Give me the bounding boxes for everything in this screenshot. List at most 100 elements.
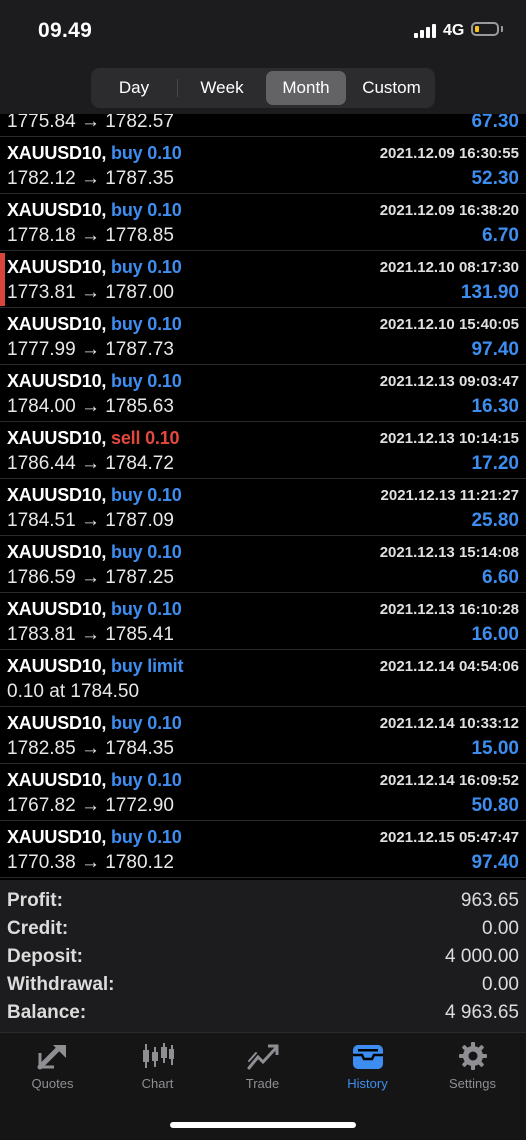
tab-label: History xyxy=(347,1076,388,1091)
order-title: XAUUSD10, buy 0.10 xyxy=(7,314,182,335)
order-title: XAUUSD10, buy 0.10 xyxy=(7,599,182,620)
order-symbol: XAUUSD10, xyxy=(7,257,107,277)
order-side: buy xyxy=(111,257,143,277)
order-volume: 0.10 xyxy=(147,371,182,391)
tab-label: Chart xyxy=(141,1076,174,1091)
order-volume: 0.10 xyxy=(147,827,182,847)
order-profit: 67.30 xyxy=(471,114,519,132)
order-datetime: 2021.12.09 16:38:20 xyxy=(379,202,519,219)
order-row[interactable]: XAUUSD10, buy 0.10 1786.59 → 1787.25 2021.… xyxy=(0,536,526,593)
tab-label: Settings xyxy=(449,1076,496,1091)
cellular-signal-icon xyxy=(414,24,438,38)
tab-day[interactable]: Day xyxy=(94,71,174,105)
order-prices: 1770.38 → 1780.12 xyxy=(7,852,174,873)
summary-row-credit: Credit: 0.00 xyxy=(0,918,526,946)
status-time: 09.49 xyxy=(38,19,93,42)
order-row[interactable]: XAUUSD10, buy 0.10 1773.81 → 1787.00 2021.… xyxy=(0,251,526,308)
summary-label: Profit: xyxy=(7,890,63,911)
order-side: buy xyxy=(111,143,143,163)
order-row[interactable]: XAUUSD10, buy 0.10 1784.51 → 1787.09 2021.… xyxy=(0,479,526,536)
order-symbol: XAUUSD10, xyxy=(7,542,107,562)
summary-row-balance: Balance: 4 963.65 xyxy=(0,1002,526,1030)
order-row[interactable]: XAUUSD10, buy 0.10 1778.18 → 1778.85 2021.… xyxy=(0,194,526,251)
summary-label: Deposit: xyxy=(7,946,83,967)
tab-chart[interactable]: Chart xyxy=(105,1041,210,1101)
order-volume: 0.10 xyxy=(147,485,182,505)
order-title: XAUUSD10, sell 0.10 xyxy=(7,428,180,449)
tab-week[interactable]: Week xyxy=(180,71,264,105)
order-prices: 1777.99 → 1787.73 xyxy=(7,339,174,360)
summary-row-profit: Profit: 963.65 xyxy=(0,890,526,918)
order-profit: 131.90 xyxy=(460,282,519,303)
summary-value: 0.00 xyxy=(482,974,519,995)
order-row[interactable]: XAUUSD10, buy 0.10 1782.12 → 1787.35 2021.… xyxy=(0,137,526,194)
order-volume: 0.10 xyxy=(145,428,180,448)
order-profit: 97.40 xyxy=(471,339,519,360)
order-volume: 0.10 xyxy=(147,713,182,733)
order-prices: 0.10 at 1784.50 xyxy=(7,681,140,702)
order-row[interactable]: XAUUSD10, buy 0.101775.84 → 1782.5767.30 xyxy=(0,114,526,137)
order-row[interactable]: XAUUSD10, buy limit 0.10 at 1784.50 2021.1… xyxy=(0,650,526,707)
tab-month[interactable]: Month xyxy=(266,71,346,105)
order-profit: 50.80 xyxy=(471,795,519,816)
status-bar: 09.49 4G xyxy=(0,0,526,62)
order-datetime: 2021.12.09 16:30:55 xyxy=(379,145,519,162)
order-row[interactable]: XAUUSD10, buy 0.10 1783.81 → 1785.41 2021.… xyxy=(0,593,526,650)
order-side: buy xyxy=(111,599,143,619)
summary-value: 963.65 xyxy=(460,890,519,911)
order-row[interactable]: XAUUSD10, buy 0.10 1784.00 → 1785.63 2021.… xyxy=(0,365,526,422)
order-title: XAUUSD10, buy limit xyxy=(7,656,183,677)
order-datetime: 2021.12.13 10:14:15 xyxy=(379,430,519,447)
chart-icon xyxy=(142,1043,174,1068)
battery-icon xyxy=(471,22,499,36)
order-profit: 25.80 xyxy=(471,510,519,531)
order-title: XAUUSD10, buy 0.10 xyxy=(7,371,182,392)
quotes-icon xyxy=(37,1045,66,1070)
order-title: XAUUSD10, buy 0.10 xyxy=(7,485,182,506)
order-datetime: 2021.12.13 16:10:28 xyxy=(379,601,519,618)
order-title: XAUUSD10, buy 0.10 xyxy=(7,770,182,791)
order-row[interactable]: XAUUSD10, buy 0.10 1770.38 → 1780.12 2021.… xyxy=(0,821,526,878)
settings-icon xyxy=(458,1042,487,1070)
order-datetime: 2021.12.13 11:21:27 xyxy=(380,487,519,504)
order-side: buy xyxy=(111,713,143,733)
order-volume: 0.10 xyxy=(147,599,182,619)
order-side: buy xyxy=(111,371,143,391)
tab-custom[interactable]: Custom xyxy=(349,71,434,105)
selected-row-marker xyxy=(0,253,5,306)
order-row[interactable]: XAUUSD10, buy 0.10 1782.85 → 1784.35 2021.… xyxy=(0,707,526,764)
order-prices: 1786.59 → 1787.25 xyxy=(7,567,174,588)
order-profit: 52.30 xyxy=(471,168,519,189)
order-row[interactable]: XAUUSD10, buy 0.10 1767.82 → 1772.90 2021.… xyxy=(0,764,526,821)
trade-icon xyxy=(247,1044,278,1070)
order-row[interactable]: XAUUSD10, buy 0.10 1777.99 → 1787.73 2021.… xyxy=(0,308,526,365)
history-icon xyxy=(352,1045,383,1069)
order-title: XAUUSD10, buy 0.10 xyxy=(7,143,182,164)
tab-settings[interactable]: Settings xyxy=(420,1041,525,1101)
order-side: buy xyxy=(111,827,143,847)
order-symbol: XAUUSD10, xyxy=(7,143,107,163)
history-list[interactable]: XAUUSD10, buy 0.10 1775.84 → 1782.57 67.30… xyxy=(0,114,526,880)
order-volume: 0.10 xyxy=(147,770,182,790)
tab-trade[interactable]: Trade xyxy=(210,1041,315,1101)
tab-label: Quotes xyxy=(31,1076,74,1091)
order-prices: 1784.00 → 1785.63 xyxy=(7,396,174,417)
order-side: buy xyxy=(111,200,143,220)
period-segmented-control: Day Week Month Custom xyxy=(91,68,435,108)
order-symbol: XAUUSD10, xyxy=(7,656,107,676)
order-prices: 1775.84 → 1782.57 xyxy=(7,114,174,132)
order-profit: 15.00 xyxy=(471,738,519,759)
order-volume: 0.10 xyxy=(147,314,182,334)
summary-label: Credit: xyxy=(7,918,69,939)
tab-quotes[interactable]: Quotes xyxy=(0,1041,105,1101)
order-row[interactable]: XAUUSD10, sell 0.10 1786.44 → 1784.72 2021… xyxy=(0,422,526,479)
summary-value: 0.00 xyxy=(482,918,519,939)
order-title: XAUUSD10, buy 0.10 xyxy=(7,200,182,221)
summary-value: 4 000.00 xyxy=(445,946,519,967)
tab-history[interactable]: History xyxy=(315,1041,420,1101)
order-symbol: XAUUSD10, xyxy=(7,314,107,334)
order-symbol: XAUUSD10, xyxy=(7,485,107,505)
order-datetime: 2021.12.14 16:09:52 xyxy=(379,772,519,789)
order-symbol: XAUUSD10, xyxy=(7,371,107,391)
network-type: 4G xyxy=(443,22,465,39)
